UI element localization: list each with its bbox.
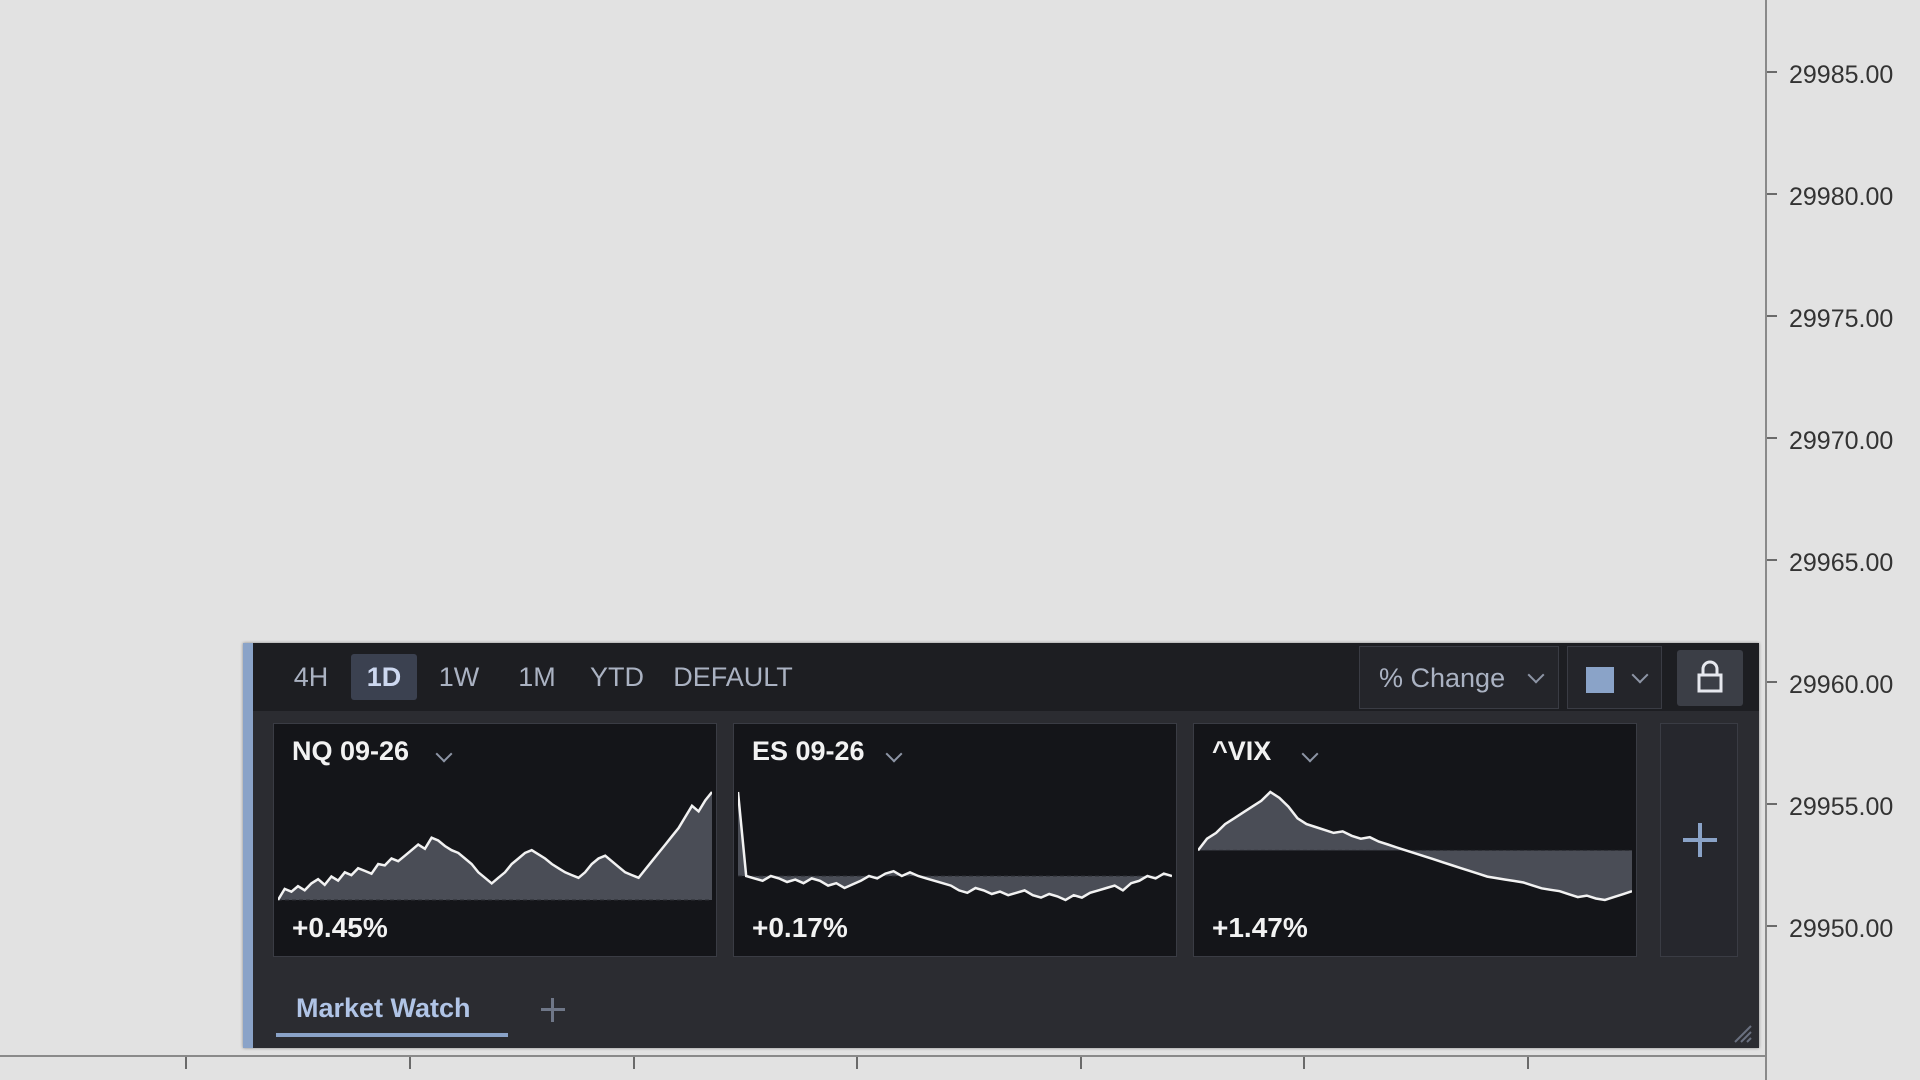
card-symbol: ^VIX [1212,736,1272,766]
price-axis-label: 29950.00 [1789,915,1894,943]
tab-market-watch[interactable]: Market Watch [276,981,508,1037]
timeframe-1m[interactable]: 1M [511,654,563,700]
price-axis-tick: 29960.00 [1767,667,1920,699]
time-axis-tick [1527,1057,1529,1069]
metric-dropdown-value: % Change [1379,663,1506,693]
watch-card[interactable]: ^VIX +1.47% [1193,723,1637,957]
sparkline-chart [1198,790,1632,902]
timeframe-ytd[interactable]: YTD [586,654,648,700]
lock-button[interactable] [1677,650,1743,706]
watchlist-cards: NQ 09-26 +0.45% ES 09-26 +0.17% ^VIX +1.… [253,711,1759,981]
market-watch-widget[interactable]: 4H 1D 1W 1M YTD DEFAULT % Change NQ 09-2… [243,643,1759,1048]
price-axis-label: 29965.00 [1789,549,1894,577]
widget-tab-bar: Market Watch [253,981,1759,1048]
time-axis-tick [409,1057,411,1069]
tab-label: Market Watch [296,993,471,1023]
price-tick-mark [1767,71,1777,73]
chevron-down-icon [1527,666,1545,684]
price-tick-mark [1767,681,1777,683]
card-percent-change: +0.17% [752,912,848,943]
price-axis-label: 29975.00 [1789,305,1894,333]
metric-dropdown[interactable]: % Change [1359,646,1559,709]
card-symbol: NQ 09-26 [292,736,410,766]
sparkline-area [1198,792,1632,900]
timeframe-default[interactable]: DEFAULT [673,654,793,700]
price-axis-label: 29960.00 [1789,671,1894,699]
price-axis-tick: 29975.00 [1767,301,1920,333]
chevron-down-icon[interactable] [885,745,903,763]
time-axis[interactable] [0,1055,1765,1080]
time-axis-tick [856,1057,858,1069]
watch-card[interactable]: NQ 09-26 +0.45% [273,723,717,957]
chevron-down-icon[interactable] [435,745,453,763]
price-tick-mark [1767,315,1777,317]
price-axis[interactable]: 29985.00 29980.00 29975.00 29970.00 29965.00… [1765,0,1920,1080]
price-tick-mark [1767,559,1777,561]
card-symbol: ES 09-26 [752,736,865,766]
price-axis-tick: 29950.00 [1767,911,1920,943]
widget-toolbar: 4H 1D 1W 1M YTD DEFAULT % Change [253,643,1759,711]
price-axis-tick: 29970.00 [1767,423,1920,455]
price-axis-tick: 29955.00 [1767,789,1920,821]
color-dropdown[interactable] [1567,646,1662,709]
price-tick-mark [1767,925,1777,927]
timeframe-1w[interactable]: 1W [433,654,485,700]
price-axis-tick: 29965.00 [1767,545,1920,577]
plus-icon [551,998,554,1022]
timeframe-1d[interactable]: 1D [351,654,417,700]
resize-grip-icon[interactable] [1731,1022,1753,1044]
time-axis-tick [1080,1057,1082,1069]
price-axis-label: 29980.00 [1789,183,1894,211]
add-symbol-button[interactable] [1660,723,1738,957]
price-tick-mark [1767,193,1777,195]
sparkline-chart [278,791,712,901]
add-tab-button[interactable] [538,995,568,1025]
chevron-down-icon [1631,666,1649,684]
price-axis-label: 29985.00 [1789,61,1894,89]
time-axis-tick [633,1057,635,1069]
time-axis-tick [1303,1057,1305,1069]
card-percent-change: +0.45% [292,912,388,943]
sparkline-chart [738,791,1172,902]
price-tick-mark [1767,437,1777,439]
price-axis-label: 29970.00 [1789,427,1894,455]
price-axis-tick: 29985.00 [1767,57,1920,89]
timeframe-4h[interactable]: 4H [287,654,335,700]
watch-card[interactable]: ES 09-26 +0.17% [733,723,1177,957]
price-axis-tick: 29980.00 [1767,179,1920,211]
lock-icon [1697,660,1723,693]
price-axis-label: 29955.00 [1789,793,1894,821]
plus-icon [1698,823,1702,857]
price-tick-mark [1767,803,1777,805]
chevron-down-icon[interactable] [1301,745,1319,763]
time-axis-tick [185,1057,187,1069]
sparkline-area [278,792,712,900]
color-swatch [1586,667,1614,693]
card-percent-change: +1.47% [1212,912,1308,943]
